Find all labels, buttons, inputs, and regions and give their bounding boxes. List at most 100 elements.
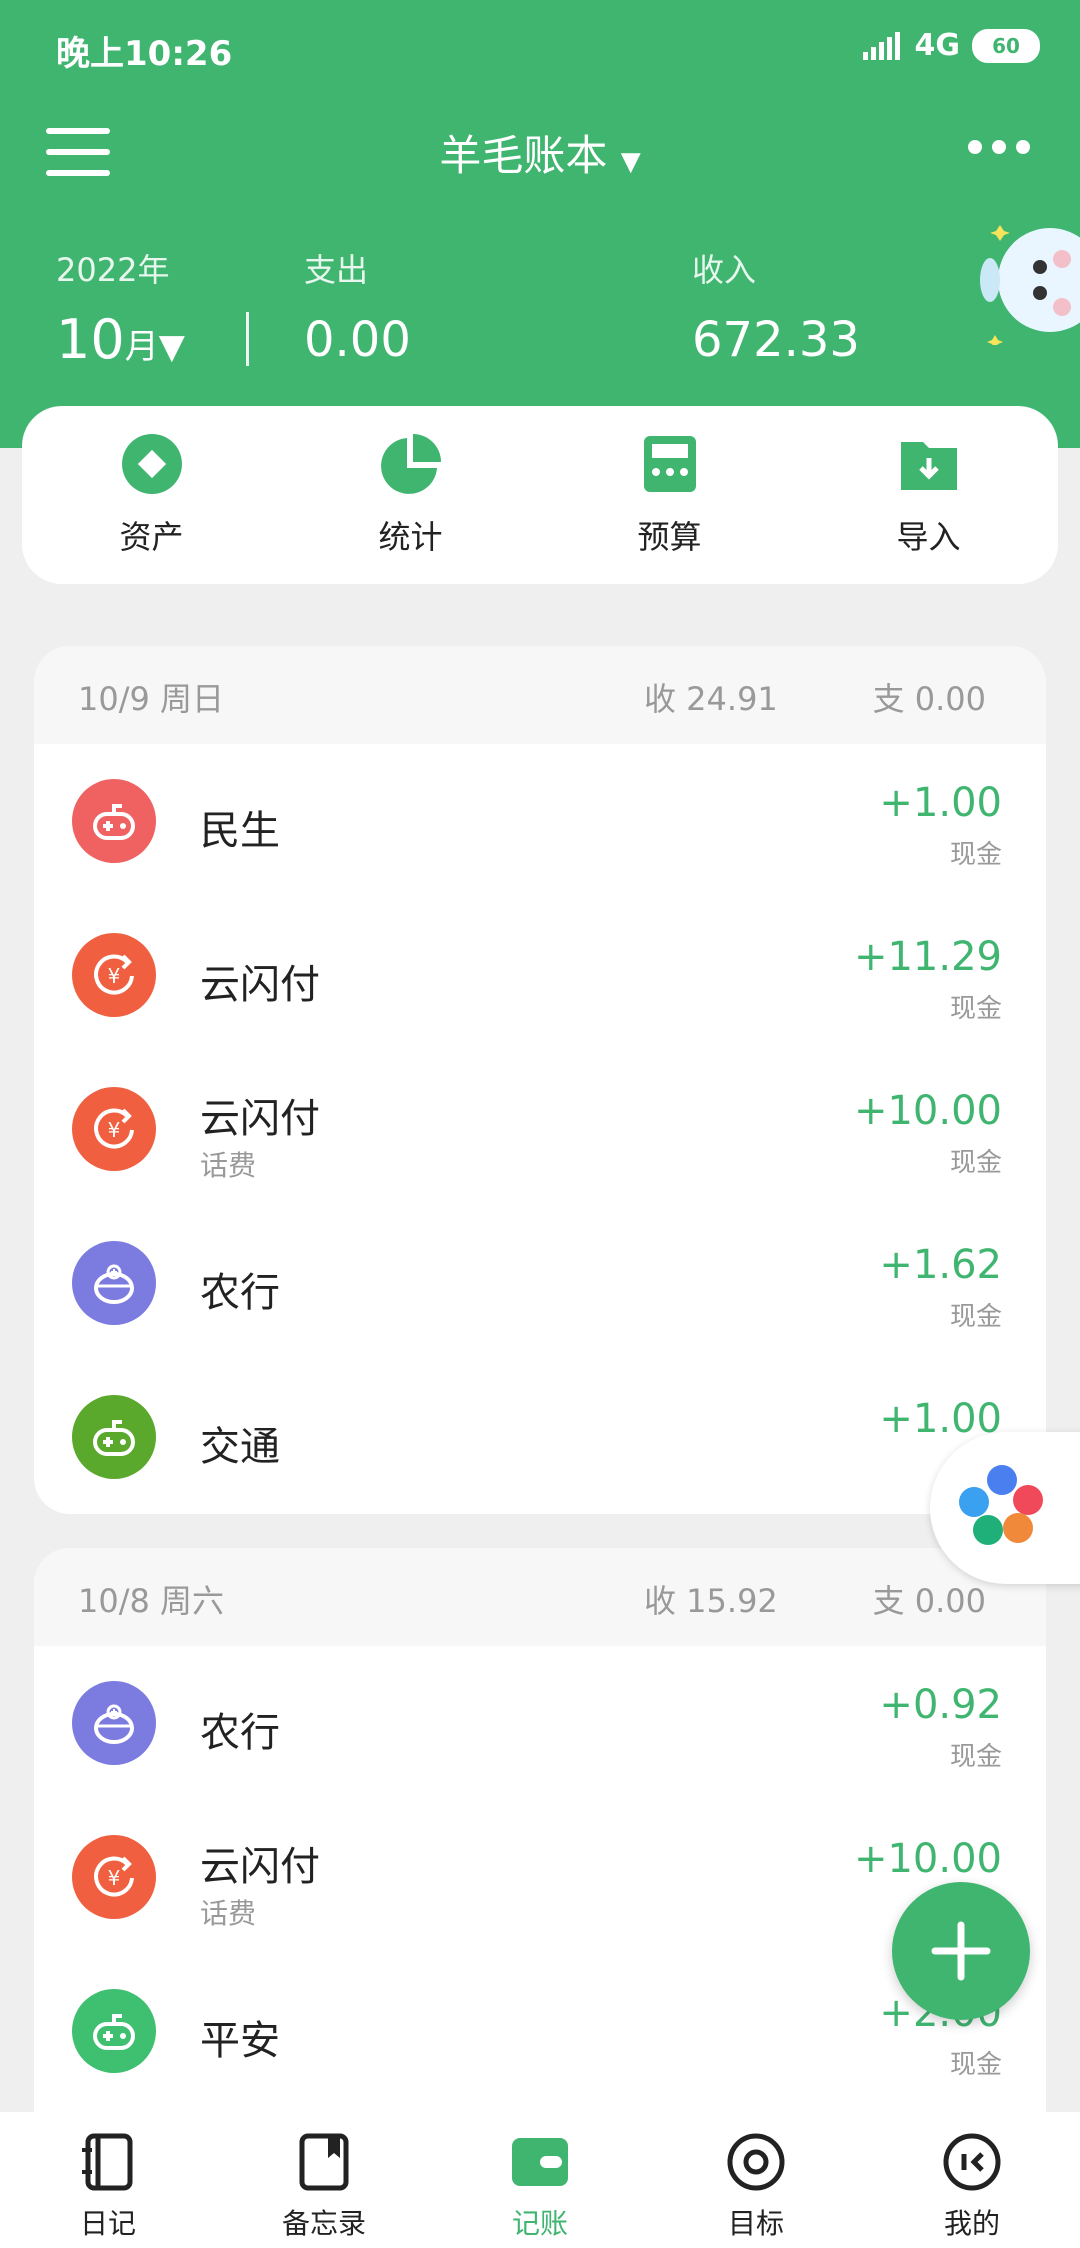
nav-label: 我的: [943, 2207, 1000, 2240]
transaction-account: 现金: [949, 840, 1002, 870]
plus-icon: [931, 1921, 991, 1981]
transaction-account: 现金: [949, 1148, 1002, 1178]
nav-diary[interactable]: 日记: [0, 2112, 216, 2248]
transaction-row[interactable]: 交通 +1.00: [34, 1360, 1046, 1514]
transaction-row[interactable]: 农行 +1.62 现金: [34, 1206, 1046, 1360]
nav-bookkeeping[interactable]: 记账: [432, 2112, 648, 2248]
transaction-row[interactable]: 平安 +2.00 现金: [34, 1954, 1046, 2108]
transaction-note: 话费: [200, 1897, 257, 1930]
expense-value: 0.00: [304, 312, 411, 368]
add-record-button[interactable]: [892, 1882, 1030, 2020]
mascot-sheep-icon[interactable]: [980, 215, 1080, 345]
day-header: 10/9 周日 收 24.91 支 0.00: [34, 646, 1046, 744]
transaction-name: 交通: [200, 1424, 280, 1470]
transaction-row[interactable]: 民生 +1.00 现金: [34, 744, 1046, 898]
status-indicators: 4G 60: [862, 28, 1040, 63]
transaction-amount: +10.00: [853, 1088, 1002, 1134]
transaction-name: 云闪付: [200, 962, 320, 1008]
transaction-row[interactable]: ¥ 云闪付 话费 +10.00 现金: [34, 1052, 1046, 1206]
transaction-note: 话费: [200, 1149, 257, 1182]
transaction-account: 现金: [949, 994, 1002, 1024]
month-unit: 月: [124, 327, 159, 367]
nav-label: 记账: [511, 2207, 568, 2240]
divider: [246, 312, 249, 366]
floating-assistant-button[interactable]: [930, 1432, 1080, 1584]
statistics-label: 统计: [378, 518, 443, 556]
status-time: 晚上10:26: [56, 34, 233, 74]
calculator-icon: [638, 432, 702, 496]
day-income: 收 24.91: [644, 680, 778, 718]
piggy-bank-icon: [72, 1681, 156, 1765]
import-folder-icon: [897, 432, 961, 496]
book-title: 羊毛账本: [439, 131, 608, 180]
yen-refund-icon: ¥: [72, 1087, 156, 1171]
dropdown-triangle-icon: ▼: [158, 327, 185, 367]
colorful-petals-icon: [959, 1465, 1043, 1545]
quick-actions-card: 资产 统计 预算 导入: [22, 406, 1058, 584]
transaction-name: 云闪付: [200, 1844, 320, 1890]
bottom-navigation: 日记 备忘录 记账 目标 我的: [0, 2112, 1080, 2248]
transaction-account: 现金: [949, 1302, 1002, 1332]
transaction-account: 现金: [949, 1742, 1002, 1772]
day-expense: 支 0.00: [872, 1582, 986, 1620]
memo-icon: [292, 2130, 356, 2194]
budget-label: 预算: [637, 518, 702, 556]
battery-icon: 60: [972, 28, 1040, 63]
nav-memo[interactable]: 备忘录: [216, 2112, 432, 2248]
gamepad-icon: [72, 1989, 156, 2073]
statistics-button[interactable]: 统计: [311, 432, 511, 558]
day-date: 10/9 周日: [78, 680, 225, 718]
nav-label: 备忘录: [281, 2207, 366, 2240]
svg-text:¥: ¥: [108, 1866, 121, 1890]
import-button[interactable]: 导入: [829, 432, 1029, 558]
target-icon: [724, 2130, 788, 2194]
transaction-name: 民生: [200, 808, 280, 854]
transaction-row[interactable]: ¥ 云闪付 +11.29 现金: [34, 898, 1046, 1052]
transaction-row[interactable]: 农行 +0.92 现金: [34, 1646, 1046, 1800]
year-label: 2022年: [56, 251, 170, 289]
transaction-amount: +10.00: [853, 1836, 1002, 1882]
diamond-icon: [120, 432, 184, 496]
day-card: 10/9 周日 收 24.91 支 0.00 民生 +1.00 现金 ¥ 云闪付…: [34, 646, 1046, 1514]
expense-label: 支出: [304, 251, 369, 289]
gamepad-icon: [72, 779, 156, 863]
day-header: 10/8 周六 收 15.92 支 0.00: [34, 1548, 1046, 1646]
nav-target[interactable]: 目标: [648, 2112, 864, 2248]
nav-profile[interactable]: 我的: [864, 2112, 1080, 2248]
pie-chart-icon: [379, 432, 443, 496]
yen-refund-icon: ¥: [72, 1835, 156, 1919]
day-card: 10/8 周六 收 15.92 支 0.00 农行 +0.92 现金 ¥ 云闪付…: [34, 1548, 1046, 2148]
wallet-icon: [508, 2130, 572, 2194]
month-selector[interactable]: 10月▼: [56, 308, 185, 371]
day-income: 收 15.92: [644, 1582, 778, 1620]
network-type: 4G: [914, 28, 961, 63]
day-date: 10/8 周六: [78, 1582, 225, 1620]
month-value: 10: [56, 308, 125, 371]
book-title-selector[interactable]: 羊毛账本 ▼: [0, 122, 1080, 183]
transaction-amount: +1.00: [879, 780, 1002, 826]
income-value: 672.33: [692, 312, 860, 368]
budget-button[interactable]: 预算: [570, 432, 770, 558]
piggy-bank-icon: [72, 1241, 156, 1325]
transaction-amount: +0.92: [879, 1682, 1002, 1728]
transaction-amount: +1.62: [879, 1242, 1002, 1288]
yen-refund-icon: ¥: [72, 933, 156, 1017]
more-button[interactable]: [968, 140, 1030, 154]
svg-text:¥: ¥: [108, 964, 121, 988]
asset-button[interactable]: 资产: [52, 432, 252, 558]
transaction-name: 平安: [200, 2018, 280, 2064]
transaction-name: 农行: [200, 1270, 280, 1316]
signal-icon: [862, 31, 900, 60]
day-expense: 支 0.00: [872, 680, 986, 718]
transaction-name: 农行: [200, 1710, 280, 1756]
dropdown-triangle-icon: ▼: [620, 147, 641, 177]
transaction-name: 云闪付: [200, 1096, 320, 1142]
profile-face-icon: [940, 2130, 1004, 2194]
transaction-amount: +11.29: [853, 934, 1002, 980]
nav-label: 目标: [727, 2207, 784, 2240]
import-label: 导入: [896, 518, 961, 556]
svg-text:¥: ¥: [108, 1118, 121, 1142]
transaction-account: 现金: [949, 2050, 1002, 2080]
gamepad-icon: [72, 1395, 156, 1479]
income-label: 收入: [692, 251, 757, 289]
